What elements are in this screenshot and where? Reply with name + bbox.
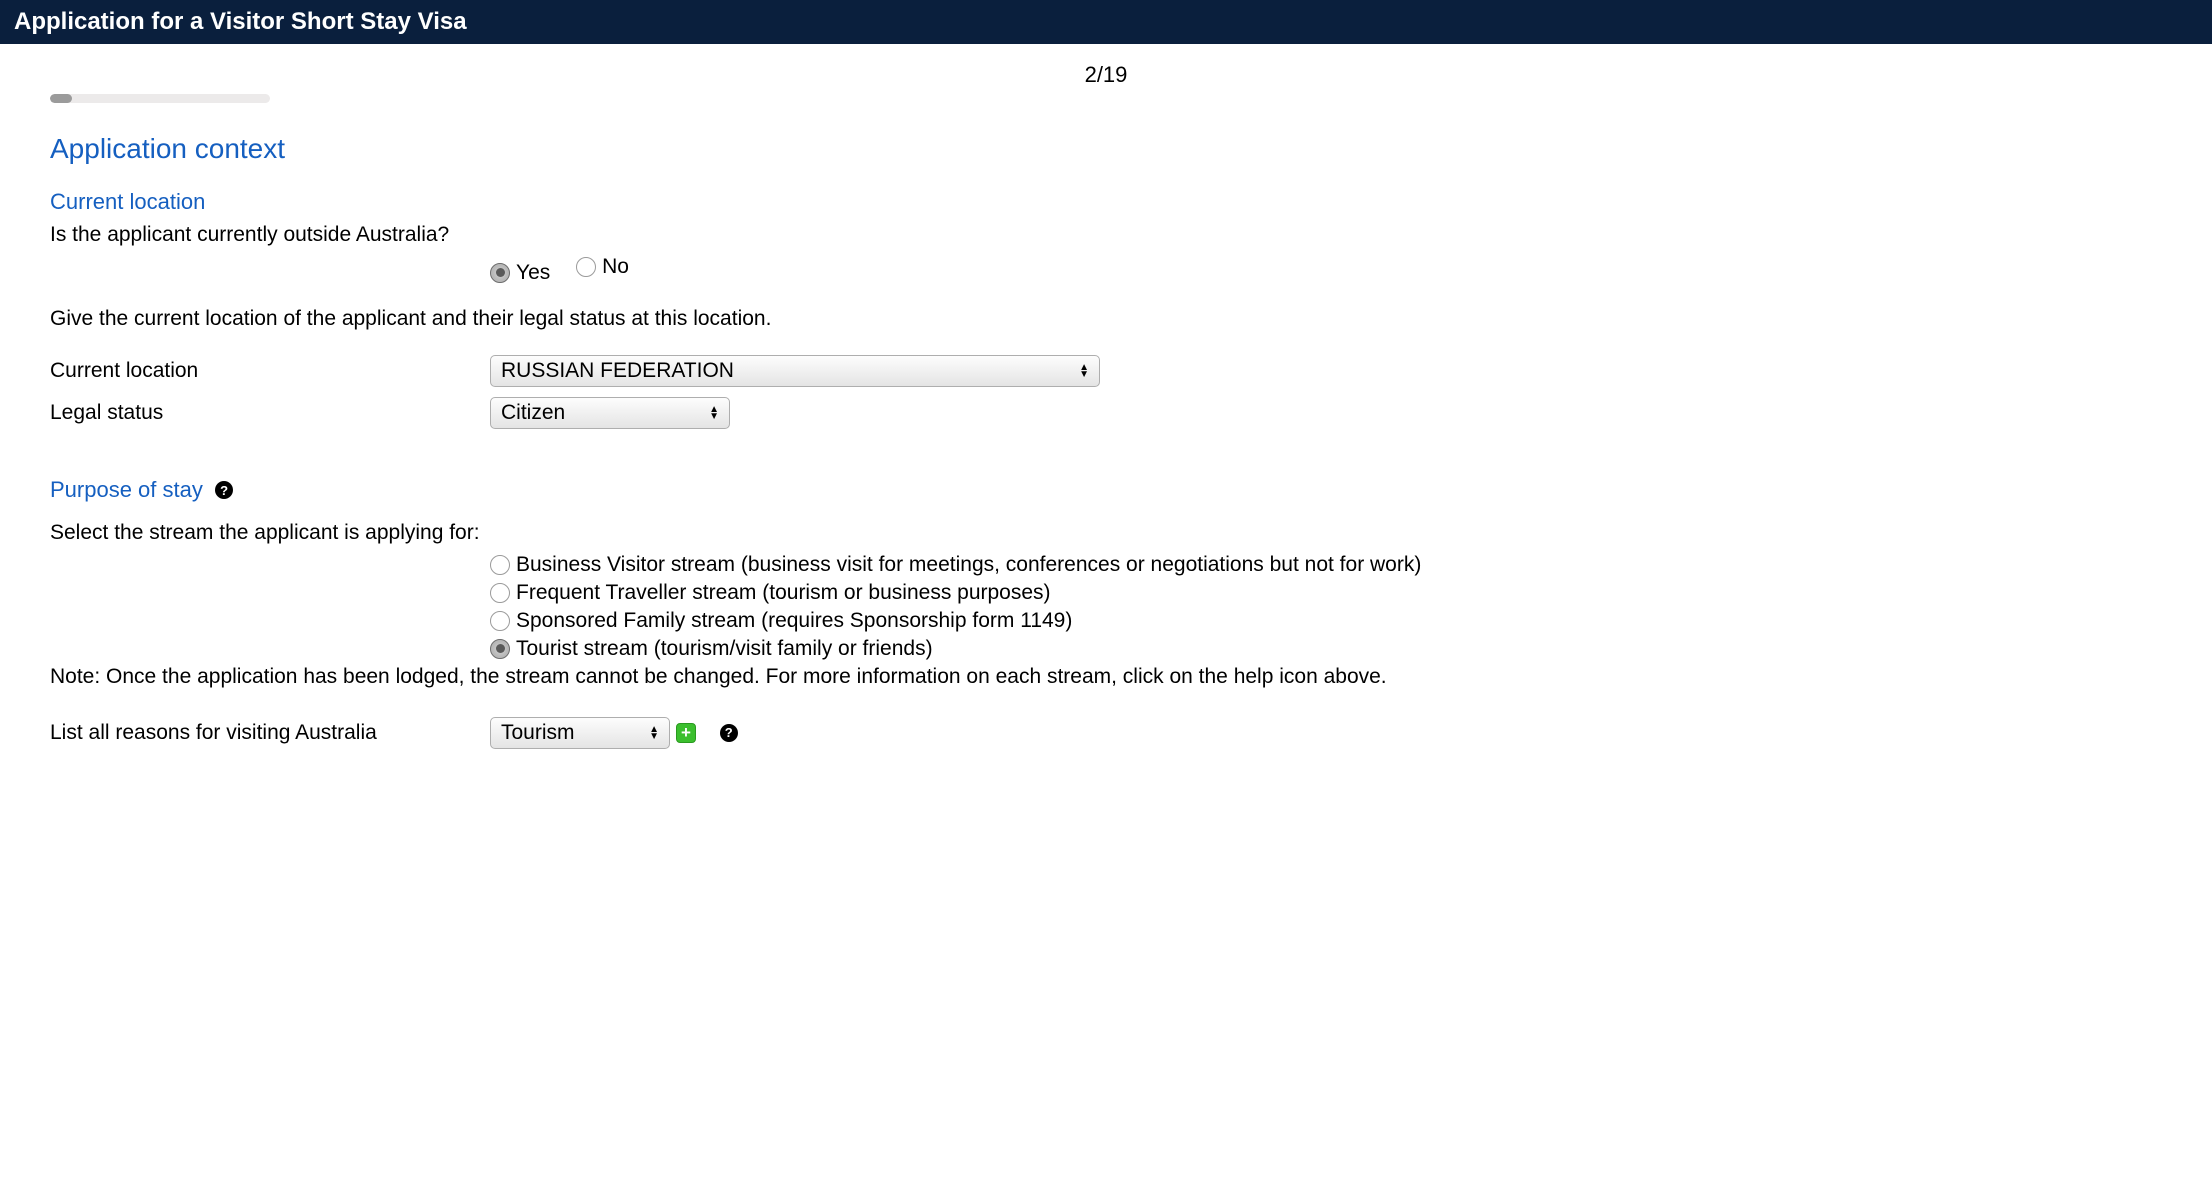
radio-icon [576, 257, 596, 277]
select-value: Tourism [501, 721, 575, 745]
label-reasons: List all reasons for visiting Australia [50, 721, 490, 745]
label-current-location: Current location [50, 359, 490, 383]
subsection-purpose-of-stay: Purpose of stay ? [50, 477, 1450, 503]
radio-outside-no[interactable]: No [576, 255, 629, 279]
section-title: Application context [50, 133, 1450, 165]
help-icon[interactable]: ? [720, 724, 738, 742]
radio-icon [490, 639, 510, 659]
radio-label-no: No [602, 255, 629, 279]
question-outside-australia: Is the applicant currently outside Austr… [50, 223, 1450, 247]
radio-stream-sponsored[interactable]: Sponsored Family stream (requires Sponso… [490, 609, 1450, 633]
select-current-location[interactable]: RUSSIAN FEDERATION ▲▼ [490, 355, 1100, 387]
radio-icon [490, 555, 510, 575]
label-legal-status: Legal status [50, 401, 490, 425]
chevron-updown-icon: ▲▼ [709, 406, 719, 420]
radio-icon [490, 263, 510, 283]
select-reason[interactable]: Tourism ▲▼ [490, 717, 670, 749]
progress-fill [50, 94, 72, 103]
select-legal-status[interactable]: Citizen ▲▼ [490, 397, 730, 429]
select-value: RUSSIAN FEDERATION [501, 359, 734, 383]
add-reason-button[interactable]: + [676, 723, 696, 743]
page-indicator: 2/19 [0, 44, 2212, 94]
instruction-location: Give the current location of the applica… [50, 307, 1450, 331]
stream-label: Frequent Traveller stream (tourism or bu… [516, 581, 1051, 605]
page-title-bar: Application for a Visitor Short Stay Vis… [0, 0, 2212, 44]
stream-label: Sponsored Family stream (requires Sponso… [516, 609, 1072, 633]
radio-icon [490, 583, 510, 603]
stream-label: Tourist stream (tourism/visit family or … [516, 637, 933, 661]
radio-stream-business[interactable]: Business Visitor stream (business visit … [490, 553, 1450, 577]
radio-icon [490, 611, 510, 631]
chevron-updown-icon: ▲▼ [1079, 364, 1089, 378]
radio-stream-tourist[interactable]: Tourist stream (tourism/visit family or … [490, 637, 1450, 661]
chevron-updown-icon: ▲▼ [649, 726, 659, 740]
select-value: Citizen [501, 401, 565, 425]
radio-stream-frequent[interactable]: Frequent Traveller stream (tourism or bu… [490, 581, 1450, 605]
stream-label: Business Visitor stream (business visit … [516, 553, 1421, 577]
stream-prompt: Select the stream the applicant is apply… [50, 521, 1450, 545]
stream-note: Note: Once the application has been lodg… [50, 665, 1450, 689]
page-title: Application for a Visitor Short Stay Vis… [14, 8, 467, 35]
help-icon[interactable]: ? [215, 481, 233, 499]
subsection-current-location: Current location [50, 189, 1450, 215]
progress-bar [50, 94, 270, 103]
radio-outside-yes[interactable]: Yes [490, 261, 550, 285]
radio-label-yes: Yes [516, 261, 550, 285]
